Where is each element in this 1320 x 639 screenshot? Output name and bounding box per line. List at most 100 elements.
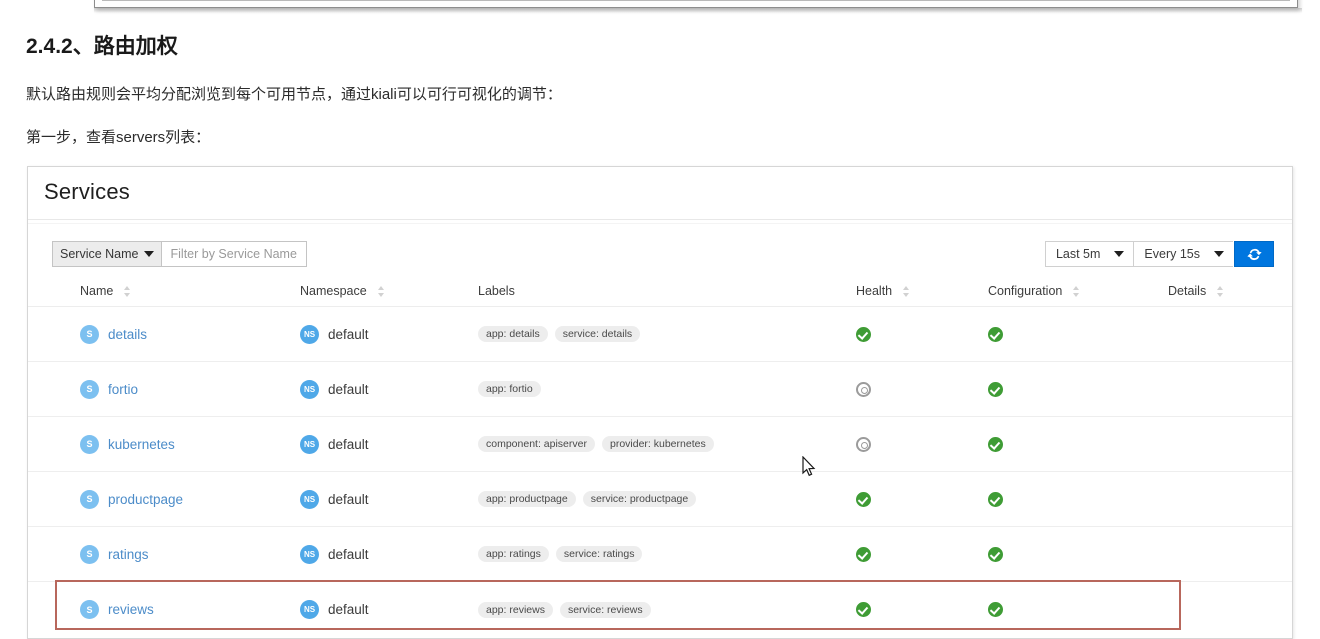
filter-type-select[interactable]: Service Name (53, 242, 162, 266)
namespace-text: default (328, 546, 369, 562)
namespace-text: default (328, 326, 369, 342)
services-table: Name Namespace Labels Health Configurati… (28, 279, 1292, 637)
health-ok-icon (856, 546, 871, 562)
table-row[interactable]: Sfortio NS default app: fortio (28, 362, 1292, 417)
panel-divider (28, 219, 1292, 220)
table-row[interactable]: Sratings NS default app: ratings service: ra… (28, 527, 1292, 582)
code-block-inner (102, 0, 1290, 1)
cell-name[interactable]: Skubernetes (80, 417, 175, 471)
cell-health (856, 362, 871, 416)
service-badge-icon: S (80, 434, 99, 454)
filter-type-label: Service Name (60, 247, 139, 261)
namespace-badge-icon: NS (300, 434, 319, 454)
time-range-dropdown[interactable]: Last 5m (1044, 241, 1134, 267)
column-label: Namespace (300, 284, 367, 298)
panel-divider-secondary (28, 223, 1292, 224)
service-badge-icon: S (80, 544, 99, 564)
cell-labels: app: productpage service: productpage (478, 472, 697, 526)
label-chip: service: reviews (559, 601, 651, 618)
service-name-link[interactable]: reviews (108, 602, 154, 617)
health-na-icon (856, 381, 871, 397)
label-chip: service: ratings (555, 546, 643, 562)
namespace-badge-icon: NS (300, 600, 319, 619)
service-badge-icon: S (80, 324, 99, 344)
column-header-configuration[interactable]: Configuration (988, 284, 1080, 298)
label-chip-group: app: reviews service: reviews (478, 601, 651, 618)
refresh-button[interactable] (1234, 241, 1274, 267)
cell-name[interactable]: Sfortio (80, 362, 138, 416)
services-toolbar: Service Name Filter by Service Name Last… (28, 237, 1292, 273)
column-label: Configuration (988, 284, 1063, 298)
column-label: Details (1168, 284, 1207, 298)
service-name-link[interactable]: kubernetes (108, 437, 175, 452)
sort-icon[interactable] (902, 285, 910, 297)
health-ok-icon (988, 436, 1003, 452)
label-chip: component: apiserver (478, 436, 595, 452)
column-label: Labels (478, 284, 515, 298)
namespace-badge-icon: NS (300, 379, 319, 399)
label-chip-group: app: productpage service: productpage (478, 491, 697, 507)
label-chip: service: productpage (582, 491, 697, 507)
cell-name[interactable]: Sproductpage (80, 472, 183, 526)
service-name-link[interactable]: fortio (108, 382, 138, 397)
label-chip: app: ratings (478, 546, 549, 562)
cell-name[interactable]: Sreviews (80, 582, 154, 637)
cell-labels: component: apiserver provider: kubernetes (478, 417, 714, 471)
cell-name[interactable]: Sratings (80, 527, 149, 581)
toolbar-right-group: Last 5m Every 15s (1044, 241, 1274, 267)
cell-health (856, 307, 871, 361)
refresh-interval-dropdown[interactable]: Every 15s (1133, 241, 1233, 267)
table-body: Sdetails NS default app: details service: de… (28, 307, 1292, 637)
doc-paragraph-2: 第一步，查看servers列表： (26, 129, 211, 146)
column-label: Health (856, 284, 893, 298)
cell-configuration (988, 362, 1003, 416)
cell-configuration (988, 472, 1003, 526)
cell-namespace: NS default (300, 527, 369, 581)
cell-labels: app: fortio (478, 362, 541, 416)
sort-icon[interactable] (377, 285, 384, 297)
filter-input[interactable]: Filter by Service Name (162, 242, 306, 266)
label-chip-group: app: ratings service: ratings (478, 546, 643, 562)
table-row[interactable]: Sdetails NS default app: details service: de… (28, 307, 1292, 362)
label-chip-group: component: apiserver provider: kubernetes (478, 436, 714, 452)
cell-health (856, 582, 871, 637)
table-row[interactable]: Sreviews NS default app: reviews service: re… (28, 582, 1292, 637)
column-header-namespace[interactable]: Namespace (300, 284, 384, 298)
table-row[interactable]: Sproductpage NS default app: productpage ser… (28, 472, 1292, 527)
sort-icon[interactable] (123, 285, 131, 297)
column-header-health[interactable]: Health (856, 284, 910, 298)
chevron-down-icon (1114, 251, 1125, 257)
label-chip: app: productpage (478, 491, 576, 507)
service-name-link[interactable]: productpage (108, 492, 183, 507)
filter-input-placeholder: Filter by Service Name (170, 247, 297, 261)
label-chip: app: reviews (478, 601, 553, 618)
health-ok-icon (988, 546, 1003, 562)
service-name-link[interactable]: details (108, 327, 147, 342)
label-chip: app: details (478, 326, 548, 342)
service-badge-icon: S (80, 379, 99, 399)
namespace-text: default (328, 602, 369, 617)
chevron-down-icon (143, 251, 154, 257)
cell-name[interactable]: Sdetails (80, 307, 147, 361)
column-label: Name (80, 284, 114, 298)
health-na-icon (856, 436, 871, 452)
cell-health (856, 417, 871, 471)
sort-icon[interactable] (1072, 285, 1080, 297)
column-header-details[interactable]: Details (1168, 284, 1224, 298)
column-header-name[interactable]: Name (80, 284, 131, 298)
table-row[interactable]: Skubernetes NS default component: apiserver… (28, 417, 1292, 472)
label-chip: provider: kubernetes (601, 436, 714, 452)
service-name-link[interactable]: ratings (108, 547, 149, 562)
chevron-down-icon (1214, 251, 1224, 257)
health-ok-icon (856, 491, 871, 507)
cell-configuration (988, 527, 1003, 581)
health-ok-icon (988, 326, 1003, 342)
sort-icon[interactable] (1216, 285, 1224, 297)
code-block-tail (94, 0, 1298, 8)
cell-labels: app: reviews service: reviews (478, 582, 651, 637)
label-chip-group: app: fortio (478, 381, 541, 397)
panel-title: Services (44, 179, 130, 204)
time-range-label: Last 5m (1055, 247, 1101, 261)
table-header-row: Name Namespace Labels Health Configurati… (28, 279, 1292, 307)
service-badge-icon: S (80, 600, 99, 619)
